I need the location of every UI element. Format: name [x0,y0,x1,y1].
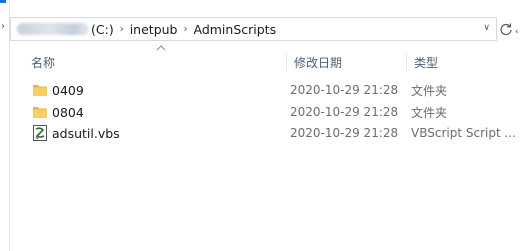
folder-icon [33,107,47,118]
selection-indicator [0,0,6,3]
list-item[interactable]: 0409 2020-10-29 21:28 文件夹 [24,80,523,100]
breadcrumb-adminscripts[interactable]: AdminScripts [193,22,276,37]
column-header-name[interactable]: 名称 [24,53,286,71]
file-name: 0804 [52,104,84,120]
file-date: 2020-10-29 21:28 [290,105,399,119]
address-bar[interactable]: (C:) › inetpub › AdminScripts ∨ [10,17,497,41]
address-history-dropdown-icon[interactable]: ∨ [483,23,490,33]
breadcrumb: (C:) › inetpub › AdminScripts [11,18,276,40]
list-item[interactable]: 0804 2020-10-29 21:28 文件夹 [24,102,523,122]
breadcrumb-separator-icon[interactable]: › [114,24,130,35]
expand-chevron-icon[interactable]: › [1,22,5,32]
file-date: 2020-10-29 21:28 [290,83,399,97]
list-item[interactable]: adsutil.vbs 2020-10-29 21:28 VBScript Sc… [24,123,523,143]
vbscript-file-icon [33,125,47,141]
sort-ascending-icon [156,45,166,51]
folder-icon [33,85,47,96]
breadcrumb-inetpub[interactable]: inetpub [130,22,178,37]
file-type: 文件夹 [411,83,448,98]
column-header-date[interactable]: 修改日期 [286,53,406,71]
refresh-icon[interactable] [499,22,513,36]
file-type: VBScript Script ... [411,126,516,140]
search-box-edge[interactable]: ‹ [515,27,519,37]
redacted-drive-name [17,23,89,35]
left-pane-edge: › [0,0,10,251]
column-header-row: 名称 修改日期 类型 [10,44,523,78]
breadcrumb-drive[interactable]: (C:) [91,22,114,37]
file-date: 2020-10-29 21:28 [290,126,399,140]
file-name: 0409 [52,82,84,98]
file-name: adsutil.vbs [52,125,120,141]
file-type: 文件夹 [411,105,448,120]
column-header-type[interactable]: 类型 [406,53,523,71]
breadcrumb-separator-icon[interactable]: › [177,24,193,35]
